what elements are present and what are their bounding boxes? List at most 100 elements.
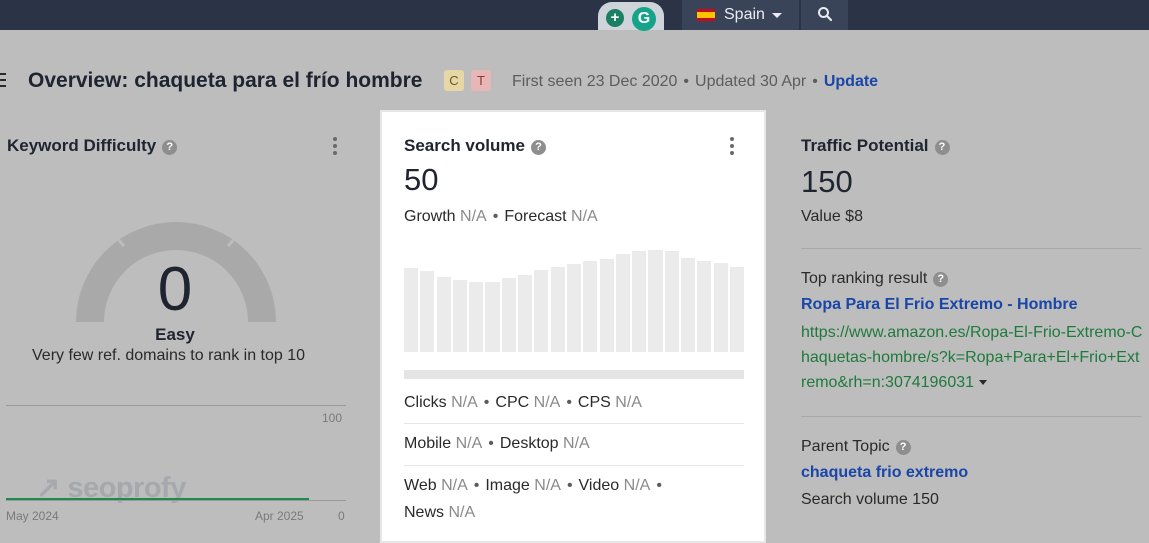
top-ranking-label-text: Top ranking result: [801, 270, 928, 287]
divider: [404, 423, 744, 424]
mobile-value: N/A: [455, 435, 483, 452]
help-icon[interactable]: ?: [933, 272, 949, 287]
volume-bar: [436, 276, 451, 352]
device-line: Mobile N/A • Desktop N/A: [404, 435, 590, 452]
keyword-difficulty-card: Keyword Difficulty? 0 Easy Very few ref.…: [0, 114, 366, 543]
news-label: News: [404, 504, 445, 521]
country-label: Spain: [724, 6, 765, 23]
volume-bar: [420, 271, 435, 352]
volume-bar: [664, 251, 679, 352]
cps-label: CPS: [577, 394, 611, 411]
history-axis-min: 0: [338, 509, 345, 523]
volume-bar: [452, 279, 467, 352]
difficulty-description: Very few ref. domains to rank in top 10: [32, 347, 306, 364]
video-label: Video: [578, 477, 620, 494]
help-icon[interactable]: ?: [895, 440, 911, 455]
divider: [404, 465, 744, 466]
top-result-title-link[interactable]: Ropa Para El Frio Extremo - Hombre: [801, 296, 1078, 314]
clicks-label: Clicks: [404, 394, 447, 411]
browser-extensions: + G: [598, 2, 664, 31]
traffic-potential-value: 150: [801, 164, 853, 199]
volume-bar: [534, 270, 549, 352]
volume-bar: [404, 268, 419, 352]
more-options-icon[interactable]: [333, 137, 337, 155]
parent-topic-link[interactable]: chaqueta frio extremo: [801, 464, 968, 482]
history-chart-baseline: [6, 500, 346, 501]
spain-flag-icon: [697, 9, 715, 21]
chevron-down-icon[interactable]: [979, 380, 988, 385]
intent-tag-commercial: C: [444, 70, 464, 91]
grammarly-icon[interactable]: G: [632, 7, 656, 31]
volume-bar: [485, 282, 500, 352]
page-title: Overview: chaqueta para el frío hombre: [28, 69, 423, 92]
news-line: News N/A: [404, 504, 475, 522]
volume-bar: [713, 262, 728, 352]
help-icon[interactable]: ?: [162, 140, 178, 155]
difficulty-label: Easy: [155, 325, 195, 344]
divider: [801, 416, 1141, 417]
volume-bar: [469, 282, 484, 352]
top-ranking-label: Top ranking result?: [801, 270, 949, 288]
keyword-difficulty-title-text: Keyword Difficulty: [7, 136, 157, 155]
help-icon[interactable]: ?: [530, 140, 546, 155]
first-seen-text: First seen 23 Dec 2020: [512, 73, 678, 90]
desktop-value: N/A: [563, 435, 590, 452]
forecast-label: Forecast: [504, 208, 567, 225]
news-value: N/A: [448, 504, 476, 521]
update-link[interactable]: Update: [824, 73, 878, 90]
clicks-cpc-cps-line: Clicks N/A • CPC N/A • CPS N/A: [404, 394, 642, 411]
chart-range-scrollbar[interactable]: [404, 370, 744, 379]
web-value: N/A: [441, 477, 468, 494]
parent-topic-volume: Search volume 150: [801, 491, 939, 508]
search-button[interactable]: [801, 0, 848, 30]
growth-forecast-line: Growth N/A • Forecast N/A: [404, 208, 598, 225]
history-date-end: Apr 2025: [255, 509, 304, 523]
desktop-label: Desktop: [499, 435, 559, 452]
volume-history-chart: [404, 246, 744, 352]
parent-topic-label-text: Parent Topic: [801, 438, 890, 455]
cps-value: N/A: [615, 394, 642, 411]
video-value: N/A: [623, 477, 651, 494]
keyword-difficulty-title: Keyword Difficulty?: [7, 136, 178, 156]
image-value: N/A: [534, 477, 561, 494]
help-icon[interactable]: ?: [934, 140, 950, 155]
image-label: Image: [485, 477, 530, 494]
search-volume-title-text: Search volume: [404, 136, 525, 155]
traffic-value-text: Value $8: [801, 208, 863, 225]
traffic-potential-title: Traffic Potential?: [801, 136, 950, 156]
web-label: Web: [404, 477, 437, 494]
volume-bar: [501, 277, 516, 352]
country-selector[interactable]: Spain: [682, 0, 799, 30]
search-volume-card: Search volume? 50 Growth N/A • Forecast N/…: [380, 110, 766, 543]
menu-icon[interactable]: [0, 73, 6, 87]
search-volume-value: 50: [404, 162, 439, 197]
cpc-label: CPC: [495, 394, 530, 411]
growth-label: Growth: [404, 208, 456, 225]
forecast-value: N/A: [571, 208, 598, 225]
history-axis-max: 100: [322, 411, 343, 425]
traffic-potential-title-text: Traffic Potential: [801, 136, 929, 155]
keyword-meta: First seen 23 Dec 2020 • Updated 30 Apr • Up…: [512, 73, 879, 90]
volume-bar: [615, 254, 630, 352]
updated-text: Updated 30 Apr: [695, 73, 807, 90]
growth-value: N/A: [460, 208, 487, 225]
top-result-url-link[interactable]: https://www.amazon.es/Ropa-El-Frio-Extre…: [801, 320, 1143, 395]
volume-bar: [632, 251, 647, 352]
volume-bar: [566, 264, 582, 352]
volume-bar: [648, 250, 663, 352]
history-chart-top-gridline: [6, 405, 346, 406]
volume-bar: [518, 274, 533, 352]
history-date-start: May 2024: [6, 509, 59, 523]
search-type-line: Web N/A • Image N/A • Video N/A •: [404, 477, 662, 494]
plus-circle-icon[interactable]: +: [606, 9, 624, 27]
top-navigation-bar: + G Spain: [0, 0, 1149, 31]
divider: [801, 248, 1141, 249]
more-options-icon[interactable]: [730, 137, 734, 155]
mobile-label: Mobile: [404, 435, 452, 452]
volume-bar: [729, 267, 744, 352]
search-volume-title: Search volume?: [404, 136, 546, 156]
parent-topic-label: Parent Topic?: [801, 438, 911, 456]
top-result-url-text[interactable]: https://www.amazon.es/Ropa-El-Frio-Extre…: [801, 324, 1142, 391]
cpc-value: N/A: [533, 394, 561, 411]
volume-bar: [599, 258, 614, 352]
